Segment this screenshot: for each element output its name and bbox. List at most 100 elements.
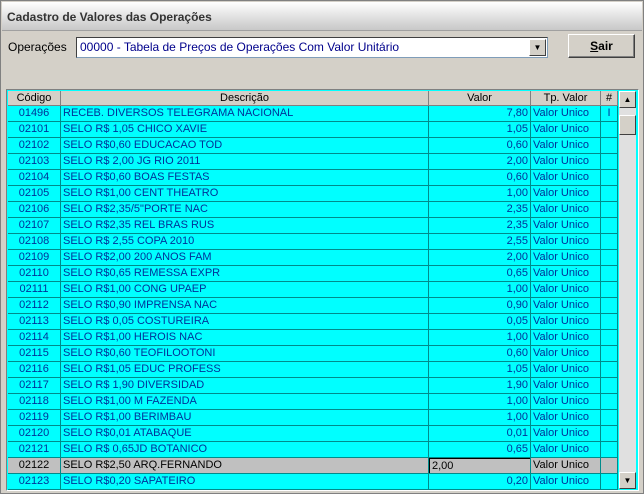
cell-value-type[interactable]: Valor Unico bbox=[531, 330, 601, 346]
cell-value-type[interactable]: Valor Unico bbox=[531, 346, 601, 362]
cell-value-type[interactable]: Valor Unico bbox=[531, 234, 601, 250]
cell-code[interactable]: 02102 bbox=[8, 138, 61, 154]
cell-value-type[interactable]: Valor Unico bbox=[531, 186, 601, 202]
cell-code[interactable]: 02114 bbox=[8, 330, 61, 346]
cell-value[interactable]: 0,60 bbox=[429, 346, 531, 362]
cell-value[interactable]: 0,90 bbox=[429, 298, 531, 314]
cell-value[interactable]: 1,00 bbox=[429, 394, 531, 410]
vertical-scrollbar[interactable]: ▲ ▼ bbox=[619, 91, 636, 489]
column-header-code[interactable]: Código bbox=[8, 91, 61, 106]
cell-description[interactable]: SELO R$2,35 REL BRAS RUS bbox=[61, 218, 429, 234]
table-row[interactable]: 02121 SELO R$ 0,65JD BOTANICO 0,65 Valor Un… bbox=[8, 442, 618, 458]
cell-value[interactable]: 1,05 bbox=[429, 122, 531, 138]
cell-value-type[interactable]: Valor Unico bbox=[531, 266, 601, 282]
table-row[interactable]: 02102 SELO R$0,60 EDUCACAO TOD 0,60 Valor U… bbox=[8, 138, 618, 154]
cell-code[interactable]: 02116 bbox=[8, 362, 61, 378]
cell-description[interactable]: SELO R$ 2,00 JG RIO 2011 bbox=[61, 154, 429, 170]
operations-combobox[interactable]: 00000 - Tabela de Preços de Operações Co… bbox=[76, 37, 548, 58]
column-header-value[interactable]: Valor bbox=[429, 91, 531, 106]
cell-code[interactable]: 02112 bbox=[8, 298, 61, 314]
cell-value-type[interactable]: Valor Unico bbox=[531, 442, 601, 458]
cell-description[interactable]: SELO R$0,01 ATABAQUE bbox=[61, 426, 429, 442]
cell-description[interactable]: SELO R$2,35/5"PORTE NAC bbox=[61, 202, 429, 218]
cell-flag[interactable] bbox=[601, 266, 618, 282]
cell-code[interactable]: 02107 bbox=[8, 218, 61, 234]
cell-value-type[interactable]: Valor Unico bbox=[531, 106, 601, 122]
table-row[interactable]: 02104 SELO R$0,60 BOAS FESTAS 0,60 Valor Un… bbox=[8, 170, 618, 186]
cell-value[interactable]: 2,35 bbox=[429, 218, 531, 234]
cell-description[interactable]: SELO R$0,90 IMPRENSA NAC bbox=[61, 298, 429, 314]
cell-flag[interactable] bbox=[601, 138, 618, 154]
cell-flag[interactable] bbox=[601, 234, 618, 250]
cell-code[interactable]: 02121 bbox=[8, 442, 61, 458]
table-row[interactable]: 02116 SELO R$1,05 EDUC PROFESS 1,05 Valor U… bbox=[8, 362, 618, 378]
cell-description[interactable]: SELO R$ 2,55 COPA 2010 bbox=[61, 234, 429, 250]
cell-value-type[interactable]: Valor Unico bbox=[531, 250, 601, 266]
cell-description[interactable]: SELO R$0,20 SAPATEIRO bbox=[61, 474, 429, 490]
cell-code[interactable]: 02103 bbox=[8, 154, 61, 170]
cell-value[interactable]: 0,65 bbox=[429, 266, 531, 282]
cell-code[interactable]: 02109 bbox=[8, 250, 61, 266]
cell-value[interactable]: 0,20 bbox=[429, 474, 531, 490]
cell-code[interactable]: 02115 bbox=[8, 346, 61, 362]
cell-value[interactable]: 1,00 bbox=[429, 186, 531, 202]
table-row[interactable]: 02105 SELO R$1,00 CENT THEATRO 1,00 Valor U… bbox=[8, 186, 618, 202]
cell-flag[interactable] bbox=[601, 218, 618, 234]
cell-flag[interactable] bbox=[601, 458, 618, 474]
cell-description[interactable]: SELO R$2,50 ARQ.FERNANDO bbox=[61, 458, 429, 474]
table-row-selected[interactable]: 02122 SELO R$2,50 ARQ.FERNANDO 2,00 Valor U… bbox=[8, 458, 618, 474]
cell-value[interactable]: 0,60 bbox=[429, 138, 531, 154]
cell-value-type[interactable]: Valor Unico bbox=[531, 282, 601, 298]
exit-button[interactable]: Sair bbox=[568, 34, 635, 58]
cell-code[interactable]: 01496 bbox=[8, 106, 61, 122]
table-row[interactable]: 02119 SELO R$1,00 BERIMBAU 1,00 Valor Unico bbox=[8, 410, 618, 426]
cell-value-type[interactable]: Valor Unico bbox=[531, 410, 601, 426]
column-header-value-type[interactable]: Tp. Valor bbox=[531, 91, 601, 106]
cell-value-type[interactable]: Valor Unico bbox=[531, 474, 601, 490]
cell-code[interactable]: 02119 bbox=[8, 410, 61, 426]
cell-flag[interactable] bbox=[601, 442, 618, 458]
operations-grid[interactable]: Código Descrição Valor Tp. Valor # 01496… bbox=[6, 89, 639, 491]
cell-flag[interactable] bbox=[601, 362, 618, 378]
cell-value[interactable]: 0,60 bbox=[429, 170, 531, 186]
table-row[interactable]: 02123 SELO R$0,20 SAPATEIRO 0,20 Valor Unic… bbox=[8, 474, 618, 490]
table-row[interactable]: 02106 SELO R$2,35/5"PORTE NAC 2,35 Valor Un… bbox=[8, 202, 618, 218]
cell-description[interactable]: SELO R$ 0,05 COSTUREIRA bbox=[61, 314, 429, 330]
cell-value[interactable]: 2,55 bbox=[429, 234, 531, 250]
cell-code[interactable]: 02104 bbox=[8, 170, 61, 186]
cell-value-type[interactable]: Valor Unico bbox=[531, 314, 601, 330]
cell-description[interactable]: SELO R$0,60 EDUCACAO TOD bbox=[61, 138, 429, 154]
scrollbar-thumb[interactable] bbox=[619, 115, 636, 135]
cell-description[interactable]: SELO R$1,00 BERIMBAU bbox=[61, 410, 429, 426]
cell-flag[interactable] bbox=[601, 250, 618, 266]
value-edit-input[interactable]: 2,00 bbox=[429, 458, 530, 473]
cell-value[interactable]: 1,00 bbox=[429, 330, 531, 346]
cell-value[interactable]: 2,00 bbox=[429, 154, 531, 170]
cell-value[interactable]: 1,90 bbox=[429, 378, 531, 394]
cell-value[interactable]: 2,35 bbox=[429, 202, 531, 218]
cell-value-type[interactable]: Valor Unico bbox=[531, 426, 601, 442]
table-row[interactable]: 02113 SELO R$ 0,05 COSTUREIRA 0,05 Valor Un… bbox=[8, 314, 618, 330]
cell-value-type[interactable]: Valor Unico bbox=[531, 202, 601, 218]
table-row[interactable]: 02111 SELO R$1,00 CONG UPAEP 1,00 Valor Uni… bbox=[8, 282, 618, 298]
cell-value-type[interactable]: Valor Unico bbox=[531, 394, 601, 410]
cell-value[interactable]: 2,00 bbox=[429, 250, 531, 266]
cell-description[interactable]: SELO R$1,00 HEROIS NAC bbox=[61, 330, 429, 346]
cell-description[interactable]: SELO R$2,00 200 ANOS FAM bbox=[61, 250, 429, 266]
cell-code[interactable]: 02105 bbox=[8, 186, 61, 202]
cell-flag[interactable] bbox=[601, 122, 618, 138]
cell-description[interactable]: SELO R$1,00 M FAZENDA bbox=[61, 394, 429, 410]
cell-code[interactable]: 02122 bbox=[8, 458, 61, 474]
table-row[interactable]: 02117 SELO R$ 1,90 DIVERSIDAD 1,90 Valor Un… bbox=[8, 378, 618, 394]
cell-code[interactable]: 02117 bbox=[8, 378, 61, 394]
cell-description[interactable]: RECEB. DIVERSOS TELEGRAMA NACIONAL bbox=[61, 106, 429, 122]
cell-flag[interactable] bbox=[601, 474, 618, 490]
arrow-up-icon[interactable]: ▲ bbox=[619, 91, 636, 108]
cell-value-type[interactable]: Valor Unico bbox=[531, 170, 601, 186]
cell-value-type[interactable]: Valor Unico bbox=[531, 122, 601, 138]
cell-code[interactable]: 02110 bbox=[8, 266, 61, 282]
table-row[interactable]: 02120 SELO R$0,01 ATABAQUE 0,01 Valor Unico bbox=[8, 426, 618, 442]
cell-flag[interactable] bbox=[601, 154, 618, 170]
cell-code[interactable]: 02113 bbox=[8, 314, 61, 330]
cell-code[interactable]: 02111 bbox=[8, 282, 61, 298]
